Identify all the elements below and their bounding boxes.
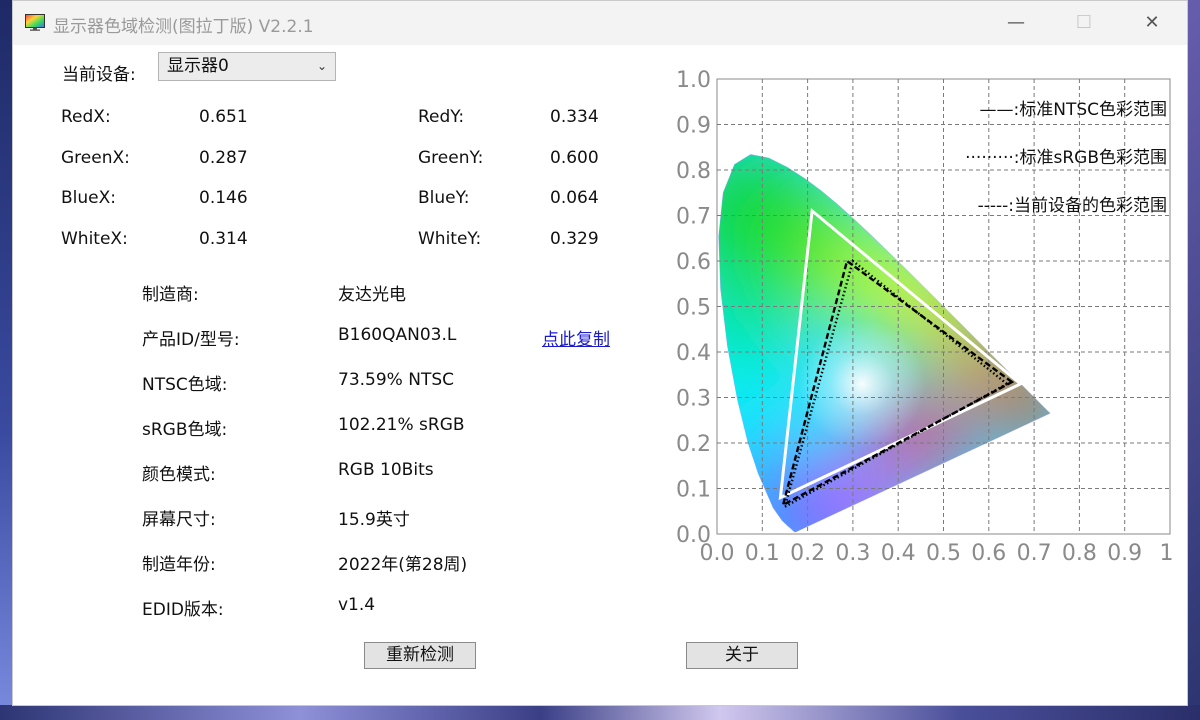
y-tick-label-4: 0.4 [676,341,711,366]
x-tick-label-1: 0.1 [745,541,780,566]
screen-size-label: 屏幕尺寸: [142,510,216,530]
white-x-label: WhiteX: [61,229,128,249]
legend-entry-0: ——:标准NTSC色彩范围 [980,100,1168,120]
x-tick-label-9: 0.9 [1107,541,1142,566]
device-select-value: 显示器0 [167,56,229,76]
y-tick-label-9: 0.9 [676,114,711,139]
red-y-value: 0.334 [550,107,599,127]
red-x-value: 0.651 [199,107,248,127]
redetect-button[interactable]: 重新检测 [364,642,476,669]
red-x-label: RedX: [61,107,111,127]
edid-value: v1.4 [338,595,376,615]
srgb-label: sRGB色域: [142,420,228,440]
y-tick-label-1: 0.1 [676,478,711,503]
y-tick-label-3: 0.3 [676,387,711,412]
monitor-app-icon [25,14,45,31]
ntsc-value: 73.59% NTSC [338,370,454,390]
x-tick-label-7: 0.7 [1017,541,1052,566]
srgb-value: 102.21% sRGB [338,415,465,435]
x-tick-label-10: 1. [1160,541,1174,566]
x-tick-label-4: 0.4 [881,541,916,566]
x-tick-label-6: 0.6 [971,541,1006,566]
white-x-value: 0.314 [199,229,248,249]
app-window: 显示器色域检测(图拉丁版) V2.2.1 — ☐ ✕ 当前设备: 显示器0 ⌄ … [12,0,1188,706]
about-button[interactable]: 关于 [686,642,798,669]
x-tick-label-3: 0.3 [835,541,870,566]
green-x-value: 0.287 [199,148,248,168]
window-title: 显示器色域检测(图拉丁版) V2.2.1 [53,17,314,37]
manufacturer-value: 友达光电 [338,285,406,305]
green-x-label: GreenX: [61,148,130,168]
year-label: 制造年份: [142,555,216,575]
chevron-down-icon: ⌄ [316,59,327,73]
x-tick-label-8: 0.8 [1062,541,1097,566]
y-tick-label-8: 0.8 [676,159,711,184]
close-button[interactable]: ✕ [1129,7,1175,39]
green-y-value: 0.600 [550,148,599,168]
blue-x-label: BlueX: [61,188,116,208]
color-mode-label: 颜色模式: [142,465,216,485]
minimize-button[interactable]: — [993,7,1039,39]
desktop-background-left [0,0,12,720]
legend-entry-2: -----:当前设备的色彩范围 [978,196,1167,216]
product-value: B160QAN03.L [338,325,457,345]
red-y-label: RedY: [418,107,465,127]
manufacturer-label: 制造商: [142,285,199,305]
ntsc-label: NTSC色域: [142,375,228,395]
color-mode-value: RGB 10Bits [338,460,434,480]
device-select[interactable]: 显示器0 ⌄ [158,52,336,81]
white-y-label: WhiteY: [418,229,482,249]
title-bar[interactable]: 显示器色域检测(图拉丁版) V2.2.1 — ☐ ✕ [13,1,1187,45]
device-label: 当前设备: [62,65,136,85]
legend-entry-1: ·········:标准sRGB色彩范围 [965,148,1167,168]
screen-size-value: 15.9英寸 [338,510,410,530]
green-y-label: GreenY: [418,148,484,168]
y-tick-label-7: 0.7 [676,205,711,230]
white-y-value: 0.329 [550,229,599,249]
x-tick-label-2: 0.2 [790,541,825,566]
desktop-background-bottom [0,705,1200,720]
y-tick-label-10: 1.0 [676,68,711,93]
blue-x-value: 0.146 [199,188,248,208]
y-tick-label-2: 0.2 [676,432,711,457]
blue-y-value: 0.064 [550,188,599,208]
edid-label: EDID版本: [142,600,224,620]
x-tick-label-5: 0.5 [926,541,961,566]
blue-y-label: BlueY: [418,188,470,208]
y-tick-label-6: 0.6 [676,250,711,275]
copy-product-link[interactable]: 点此复制 [542,325,610,350]
y-tick-label-0: 0.0 [676,523,711,548]
white-point-glow [798,320,926,448]
maximize-button[interactable]: ☐ [1061,7,1107,39]
y-tick-label-5: 0.5 [676,296,711,321]
product-label: 产品ID/型号: [142,330,240,350]
cie-chromaticity-chart: 0.00.10.20.30.40.50.60.70.80.91.0.00.10.… [676,68,1174,566]
year-value: 2022年(第28周) [338,555,468,575]
